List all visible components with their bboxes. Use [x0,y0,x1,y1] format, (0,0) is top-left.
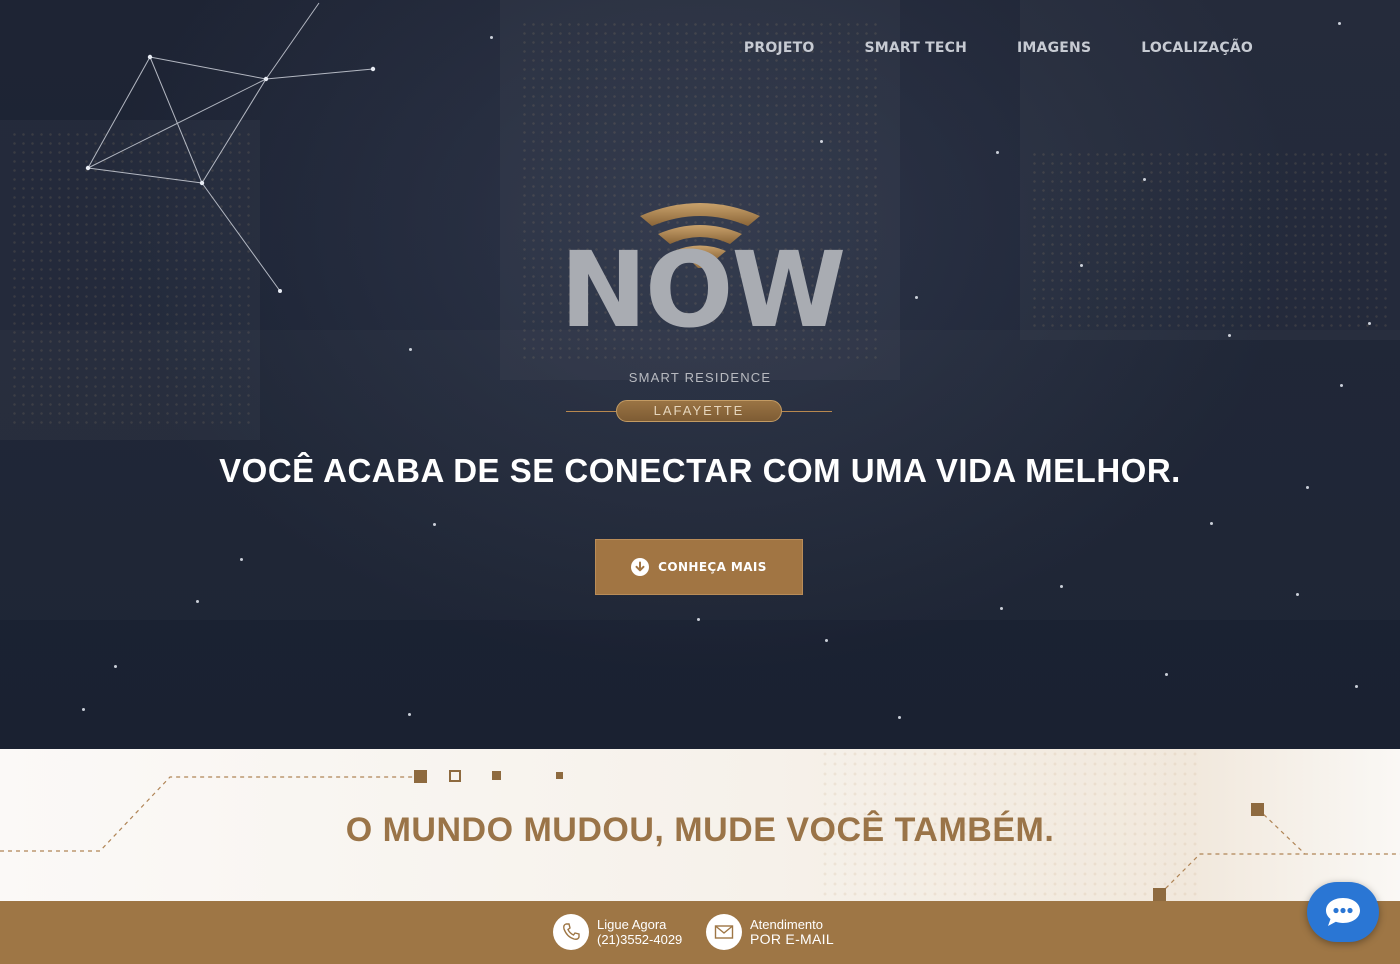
envelope-icon [706,914,742,950]
email-contact[interactable]: Atendimento POR E-MAIL [706,914,834,950]
contact-bar: Ligue Agora (21)3552-4029 Atendimento PO… [0,901,1400,964]
nav-localizacao[interactable]: LOCALIZAÇÃO [1141,40,1253,56]
hero-section: PROJETO SMART TECH IMAGENS LOCALIZAÇÃO N… [0,0,1400,749]
email-value: POR E-MAIL [750,931,834,947]
phone-number: (21)3552-4029 [597,932,683,947]
nav-imagens[interactable]: IMAGENS [1017,40,1091,56]
chat-bubble-icon [1326,898,1360,926]
mundo-mudou-section: O MUNDO MUDOU, MUDE VOCÊ TAMBÉM. [0,749,1400,901]
constellation-graphic [85,2,376,293]
logo-subtitle: SMART RESIDENCE [628,370,772,385]
chat-button[interactable] [1307,882,1379,942]
cta-label: CONHEÇA MAIS [658,560,767,574]
phone-label: Ligue Agora [597,917,667,932]
arrow-down-circle-icon [631,558,650,576]
phone-icon [553,914,589,950]
email-label: Atendimento [750,917,823,932]
ribbon-line-left [566,411,616,412]
conheca-mais-button[interactable]: CONHEÇA MAIS [595,539,803,595]
logo-ribbon: LAFAYETTE [616,400,782,422]
ribbon-line-right [782,411,832,412]
nav-projeto[interactable]: PROJETO [744,40,815,56]
hero-tagline: VOCÊ ACABA DE SE CONECTAR COM UMA VIDA M… [219,452,1181,489]
phone-contact[interactable]: Ligue Agora (21)3552-4029 [553,914,682,950]
now-logo: NOW SMART RESIDENCE LAFAYETTE [560,198,846,428]
section-headline: O MUNDO MUDOU, MUDE VOCÊ TAMBÉM. [345,811,1055,849]
nav-smart-tech[interactable]: SMART TECH [864,40,967,56]
main-nav: PROJETO SMART TECH IMAGENS LOCALIZAÇÃO [744,40,1253,56]
logo-name: NOW [560,229,846,351]
